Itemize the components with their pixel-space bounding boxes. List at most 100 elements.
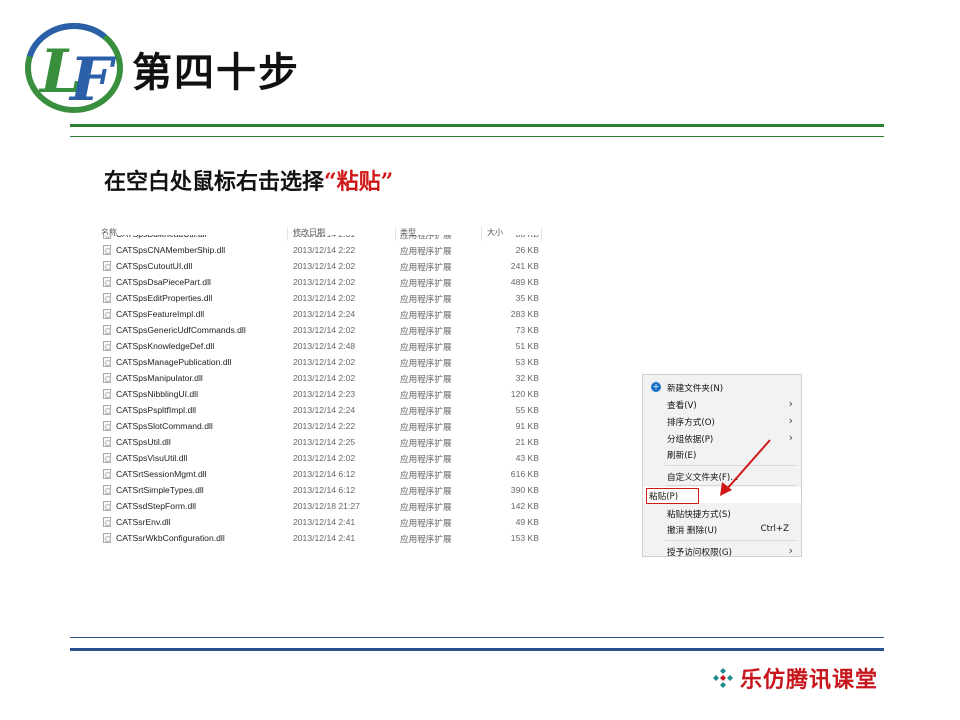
lf-logo: L F bbox=[25, 23, 123, 115]
dll-file-icon bbox=[103, 325, 111, 335]
menu-label: 撤消 删除(U) bbox=[667, 526, 718, 536]
file-size: 91 KB bbox=[515, 421, 539, 431]
file-row[interactable]: CATSpsGenericUdfCommands.dll 2013/12/14 2… bbox=[97, 322, 545, 338]
new-folder-icon: + bbox=[651, 382, 661, 392]
file-row[interactable]: CATSpsCutoutUI.dll 2013/12/14 2:02 应用程序扩展 2… bbox=[97, 258, 545, 274]
file-name: CATSpsGenericUdfCommands.dll bbox=[116, 325, 246, 335]
file-date: 2013/12/14 2:22 bbox=[293, 245, 356, 255]
file-type: 应用程序扩展 bbox=[400, 278, 452, 288]
menu-label: 粘贴(P) bbox=[646, 488, 700, 504]
dll-file-icon bbox=[103, 373, 111, 383]
footer-brand: 乐仿腾讯课堂 bbox=[712, 662, 878, 694]
menu-label: 刷新(E) bbox=[667, 451, 697, 461]
dll-file-icon bbox=[103, 389, 111, 399]
chevron-right-icon: › bbox=[788, 544, 793, 557]
dll-file-icon bbox=[103, 533, 111, 543]
file-row[interactable]: CATSsrEnv.dll 2013/12/14 2:41 应用程序扩展 49 KB bbox=[97, 514, 545, 530]
menu-item-grant-access[interactable]: 授予访问权限(G) › bbox=[643, 543, 801, 557]
file-date: 2013/12/14 2:41 bbox=[293, 517, 356, 527]
svg-text:F: F bbox=[68, 45, 117, 115]
menu-item-view[interactable]: 查看(V) › bbox=[643, 396, 801, 412]
file-name: CATSpsManipulator.dll bbox=[116, 373, 203, 383]
file-date: 2013/12/14 2:02 bbox=[293, 277, 356, 287]
menu-item-new-folder[interactable]: + 新建文件夹(N) bbox=[643, 379, 801, 395]
file-type: 应用程序扩展 bbox=[400, 454, 452, 464]
file-date: 2013/12/14 2:25 bbox=[293, 437, 356, 447]
instruction-prefix: 在空白处鼠标右击选择 bbox=[104, 169, 325, 195]
file-row[interactable]: CATSpsUtil.dll 2013/12/14 2:25 应用程序扩展 21 KB bbox=[97, 434, 545, 450]
file-rows: CATSpsBulkheadUtil.dll 2013/12/14 2:31 应用程… bbox=[97, 235, 545, 546]
file-name: CATSpsBulkheadUtil.dll bbox=[116, 235, 207, 239]
file-row[interactable]: CATSsdStepForm.dll 2013/12/18 21:27 应用程序扩展… bbox=[97, 498, 545, 514]
file-date: 2013/12/18 21:27 bbox=[293, 501, 360, 511]
file-type: 应用程序扩展 bbox=[400, 235, 452, 240]
file-size: 390 KB bbox=[510, 485, 539, 495]
file-date: 2013/12/14 2:02 bbox=[293, 357, 356, 367]
file-name: CATSpsNibblingUI.dll bbox=[116, 389, 198, 399]
file-date: 2013/12/14 6:12 bbox=[293, 469, 356, 479]
file-size: 21 KB bbox=[515, 437, 539, 447]
file-size: 142 KB bbox=[510, 501, 539, 511]
file-row[interactable]: CATSpsFeatureImpl.dll 2013/12/14 2:24 应用程序… bbox=[97, 306, 545, 322]
dll-file-icon bbox=[103, 277, 111, 287]
dll-file-icon bbox=[103, 501, 111, 511]
file-type: 应用程序扩展 bbox=[400, 374, 452, 384]
menu-item-sort[interactable]: 排序方式(O) › bbox=[643, 413, 801, 429]
file-row[interactable]: CATSpsCNAMemberShip.dll 2013/12/14 2:22 应用… bbox=[97, 242, 545, 258]
file-row[interactable]: CATSpsPspltfImpl.dll 2013/12/14 2:24 应用程序扩… bbox=[97, 402, 545, 418]
file-row[interactable]: CATSpsNibblingUI.dll 2013/12/14 2:23 应用程序扩… bbox=[97, 386, 545, 402]
file-size: 36 KB bbox=[516, 235, 539, 239]
file-row[interactable]: CATSsrWkbConfiguration.dll 2013/12/14 2:4… bbox=[97, 530, 545, 546]
footer-brand-text: 乐仿腾讯课堂 bbox=[740, 667, 879, 693]
file-type: 应用程序扩展 bbox=[400, 310, 452, 320]
file-name: CATSsrWkbConfiguration.dll bbox=[116, 533, 225, 543]
file-type: 应用程序扩展 bbox=[400, 534, 452, 544]
file-list: 名称 修改日期 类型 大小 CATSpsBulkheadUtil.dll2013… bbox=[97, 223, 545, 557]
file-date: 2013/12/14 2:23 bbox=[293, 389, 356, 399]
file-row[interactable]: CATSpsManipulator.dll 2013/12/14 2:02 应用程序… bbox=[97, 370, 545, 386]
chevron-right-icon: › bbox=[788, 414, 793, 427]
file-size: 26 KB bbox=[515, 245, 539, 255]
file-row[interactable]: CATSpsManagePublication.dll 2013/12/14 2:… bbox=[97, 354, 545, 370]
file-name: CATSpsUtil.dll bbox=[116, 437, 171, 447]
slide-title: 第四十步 bbox=[132, 50, 300, 96]
file-name: CATSpsCutoutUI.dll bbox=[116, 261, 193, 271]
file-row[interactable]: CATSpsVisuUtil.dll 2013/12/14 2:02 应用程序扩展 4… bbox=[97, 450, 545, 466]
dll-file-icon bbox=[103, 235, 111, 239]
file-date: 2013/12/14 2:02 bbox=[293, 293, 356, 303]
file-row[interactable]: CATSpsBulkheadUtil.dll 2013/12/14 2:31 应用程… bbox=[97, 235, 545, 242]
file-date: 2013/12/14 6:12 bbox=[293, 485, 356, 495]
file-date: 2013/12/14 2:22 bbox=[293, 421, 356, 431]
dll-file-icon bbox=[103, 485, 111, 495]
file-name: CATSpsVisuUtil.dll bbox=[116, 453, 188, 463]
file-name: CATSpsEditProperties.dll bbox=[116, 293, 213, 303]
file-name: CATSsdStepForm.dll bbox=[116, 501, 197, 511]
file-row[interactable]: CATSpsSlotCommand.dll 2013/12/14 2:22 应用程序… bbox=[97, 418, 545, 434]
file-row[interactable]: CATSrtSessionMgmt.dll 2013/12/14 6:12 应用程序… bbox=[97, 466, 545, 482]
file-type: 应用程序扩展 bbox=[400, 390, 452, 400]
file-date: 2013/12/14 2:41 bbox=[293, 533, 356, 543]
file-row[interactable]: CATSrtSimpleTypes.dll 2013/12/14 6:12 应用程序… bbox=[97, 482, 545, 498]
file-date: 2013/12/14 2:02 bbox=[293, 325, 356, 335]
red-arrow-icon bbox=[720, 439, 771, 496]
file-size: 35 KB bbox=[515, 293, 539, 303]
dll-file-icon bbox=[103, 245, 111, 255]
file-size: 53 KB bbox=[515, 357, 539, 367]
file-date: 2013/12/14 2:24 bbox=[293, 405, 356, 415]
file-row[interactable]: CATSpsDsaPiecePart.dll 2013/12/14 2:02 应用程… bbox=[97, 274, 545, 290]
file-type: 应用程序扩展 bbox=[400, 326, 452, 336]
file-type: 应用程序扩展 bbox=[400, 422, 452, 432]
instruction-text: 在空白处鼠标右击选择“粘贴” bbox=[104, 164, 393, 196]
file-row[interactable]: CATSpsKnowledgeDef.dll 2013/12/14 2:48 应用程… bbox=[97, 338, 545, 354]
menu-item-undo-delete[interactable]: 撤消 删除(U) Ctrl+Z bbox=[643, 521, 801, 537]
file-row[interactable]: CATSpsEditProperties.dll 2013/12/14 2:02 应… bbox=[97, 290, 545, 306]
file-size: 120 KB bbox=[510, 389, 539, 399]
dll-file-icon bbox=[103, 309, 111, 319]
file-name: CATSpsManagePublication.dll bbox=[116, 357, 232, 367]
file-type: 应用程序扩展 bbox=[400, 486, 452, 496]
menu-shortcut: Ctrl+Z bbox=[760, 524, 789, 534]
chevron-right-icon: › bbox=[788, 397, 793, 410]
dll-file-icon bbox=[103, 293, 111, 303]
menu-item-paste-shortcut[interactable]: 粘贴快捷方式(S) bbox=[643, 505, 801, 521]
dll-file-icon bbox=[103, 421, 111, 431]
